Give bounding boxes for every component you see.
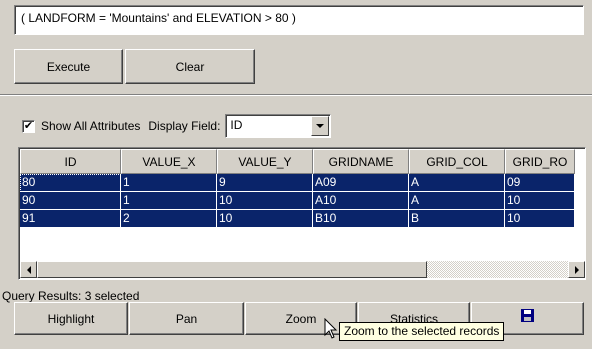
table-cell[interactable]: B10 — [313, 210, 409, 228]
highlight-button-label: Highlight — [47, 311, 95, 326]
table-cell[interactable]: 80 — [20, 174, 121, 192]
section-divider — [0, 94, 592, 96]
options-row: ✔ Show All Attributes Display Field: ID — [22, 112, 332, 140]
column-header[interactable]: GRIDNAME — [313, 149, 409, 174]
query-expression-text: ( LANDFORM = 'Mountains' and ELEVATION >… — [21, 11, 296, 25]
chevron-down-icon — [316, 124, 325, 128]
table-cell[interactable]: 2 — [121, 210, 217, 228]
column-header[interactable]: VALUE_Y — [217, 149, 313, 174]
execute-button[interactable]: Execute — [14, 49, 123, 84]
table-cell[interactable]: 9 — [217, 174, 313, 192]
column-header[interactable]: ID — [20, 149, 121, 174]
display-field-select[interactable]: ID — [225, 114, 332, 138]
pan-button[interactable]: Pan — [129, 302, 244, 335]
table-cell[interactable]: 90 — [20, 192, 121, 210]
horizontal-scrollbar[interactable] — [20, 261, 585, 278]
table-cell[interactable]: 10 — [505, 192, 575, 210]
table-cell[interactable]: A — [409, 174, 505, 192]
display-field-label: Display Field: — [148, 119, 221, 133]
check-mark-icon: ✔ — [23, 119, 34, 132]
table-cell[interactable]: 10 — [505, 210, 575, 228]
table-row[interactable]: 91 2 10 B10 B 10 — [20, 210, 585, 228]
query-results-status: Query Results: 3 selected — [2, 289, 140, 303]
table-cell[interactable]: 1 — [121, 174, 217, 192]
scroll-right-button[interactable] — [568, 261, 585, 278]
dropdown-arrow-button[interactable] — [311, 116, 330, 136]
show-all-attributes-checkbox[interactable]: ✔ — [22, 119, 35, 133]
table-cell[interactable]: B — [409, 210, 505, 228]
execute-button-label: Execute — [46, 59, 91, 74]
clear-button[interactable]: Clear — [125, 49, 255, 84]
results-table-body: ID VALUE_X VALUE_Y GRIDNAME GRID_COL GRID_RO … — [20, 149, 585, 228]
table-cell[interactable]: 10 — [217, 210, 313, 228]
table-cell[interactable]: 09 — [505, 174, 575, 192]
highlight-button[interactable]: Highlight — [14, 302, 128, 335]
scroll-left-button[interactable] — [20, 261, 37, 278]
pan-button-label: Pan — [175, 311, 198, 326]
table-cell[interactable]: A — [409, 192, 505, 210]
table-cell[interactable]: A09 — [313, 174, 409, 192]
scrollbar-thumb[interactable] — [37, 261, 427, 278]
zoom-tooltip: Zoom to the selected records — [339, 322, 505, 341]
table-cell[interactable]: 91 — [20, 210, 121, 228]
scrollbar-track[interactable] — [427, 261, 568, 278]
zoom-button-label: Zoom — [285, 311, 317, 326]
table-cell[interactable]: 10 — [217, 192, 313, 210]
results-table[interactable]: ID VALUE_X VALUE_Y GRIDNAME GRID_COL GRID_RO … — [18, 147, 586, 280]
table-row[interactable]: 90 1 10 A10 A 10 — [20, 192, 585, 210]
display-field-value: ID — [230, 118, 243, 132]
floppy-disk-icon — [521, 309, 534, 322]
query-expression-field[interactable]: ( LANDFORM = 'Mountains' and ELEVATION >… — [14, 5, 584, 35]
mouse-pointer-icon — [324, 318, 338, 339]
table-header-row: ID VALUE_X VALUE_Y GRIDNAME GRID_COL GRID_RO — [20, 149, 585, 174]
column-header[interactable]: GRID_COL — [409, 149, 505, 174]
clear-button-label: Clear — [175, 59, 205, 74]
arrow-right-icon — [574, 265, 579, 274]
show-all-attributes-label[interactable]: Show All Attributes — [41, 119, 140, 133]
table-row[interactable]: 80 1 9 A09 A 09 — [20, 174, 585, 192]
table-cell[interactable]: A10 — [313, 192, 409, 210]
column-header[interactable]: VALUE_X — [121, 149, 217, 174]
arrow-left-icon — [26, 265, 31, 274]
table-cell[interactable]: 1 — [121, 192, 217, 210]
query-window: ( LANDFORM = 'Mountains' and ELEVATION >… — [0, 0, 592, 349]
column-header[interactable]: GRID_RO — [505, 149, 575, 174]
